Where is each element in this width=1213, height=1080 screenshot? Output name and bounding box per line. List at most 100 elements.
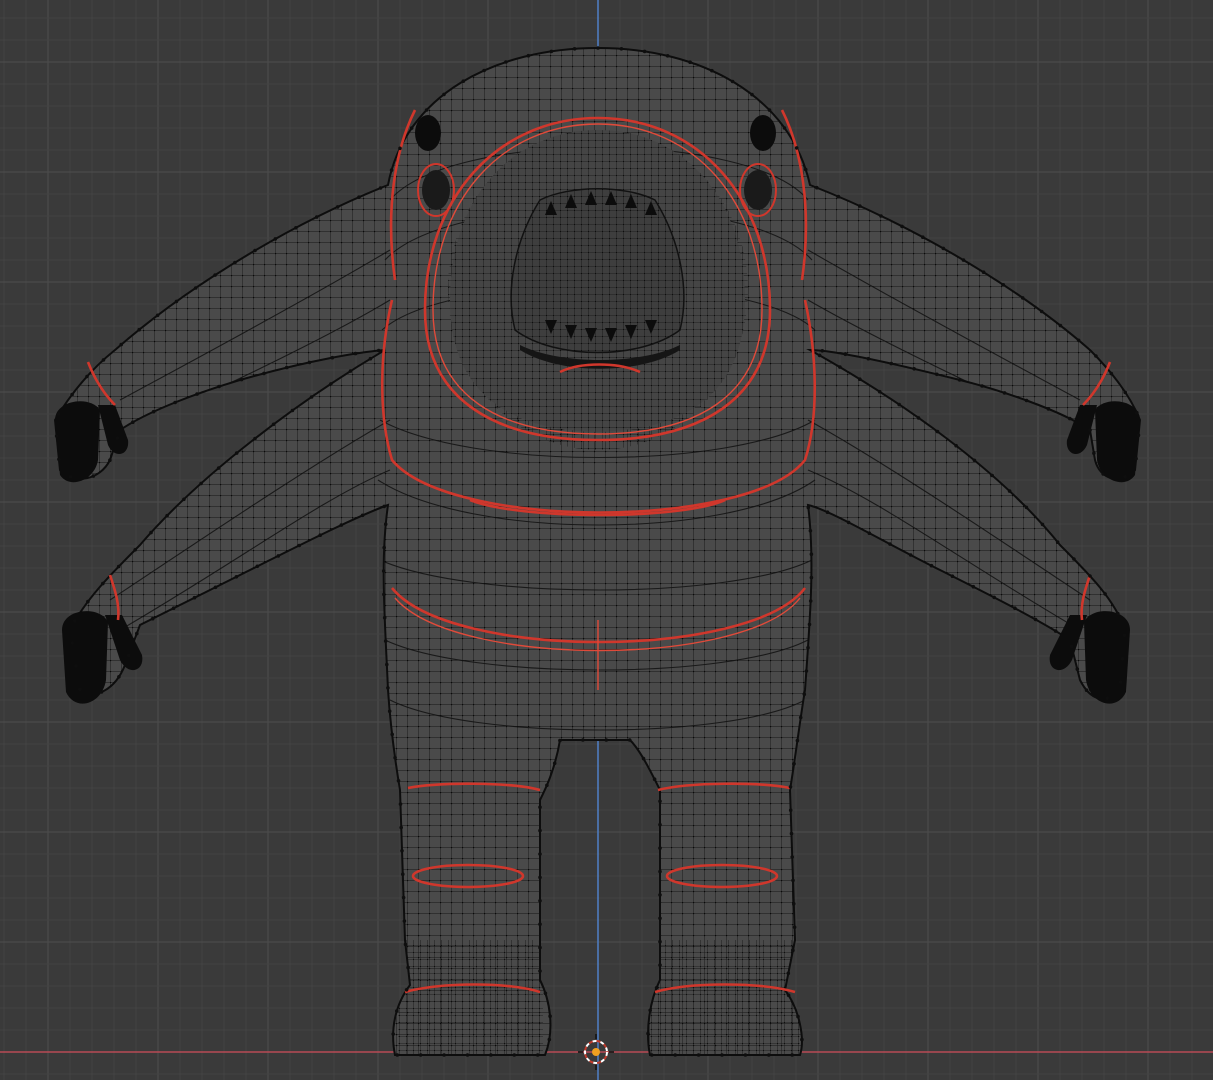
vertex	[339, 523, 344, 527]
vertex	[54, 434, 59, 438]
vertex	[348, 369, 353, 373]
vertex	[1101, 472, 1105, 476]
vertex	[117, 675, 121, 679]
vertex	[1105, 696, 1109, 700]
vertex	[1046, 407, 1051, 411]
vertex	[116, 564, 121, 569]
vertex	[489, 1053, 493, 1057]
vertex	[1053, 629, 1058, 633]
vertex	[314, 215, 319, 219]
vertex	[173, 400, 177, 405]
vertex	[253, 248, 257, 253]
vertex	[552, 761, 557, 766]
vertex	[807, 622, 812, 627]
vertex	[981, 270, 986, 275]
vertex	[980, 384, 984, 388]
vertex	[378, 186, 383, 190]
vertex	[792, 925, 797, 929]
vertex	[792, 902, 796, 906]
vertex	[442, 1053, 446, 1057]
vertex	[817, 353, 822, 358]
vertex	[1084, 688, 1089, 692]
vertex	[916, 416, 921, 420]
vertex	[538, 969, 542, 973]
vertex	[652, 777, 657, 781]
vertex	[395, 1009, 399, 1013]
vertex	[1007, 489, 1012, 493]
vertex	[133, 548, 137, 552]
vertex	[409, 126, 414, 130]
vertex	[791, 878, 795, 883]
vertex	[1039, 309, 1044, 314]
vertex	[908, 553, 913, 557]
vertex	[234, 451, 239, 455]
vertex	[155, 313, 160, 318]
vertex	[802, 692, 807, 697]
vertex	[808, 529, 813, 533]
vertex	[330, 355, 335, 360]
vertex	[804, 669, 809, 673]
vertex	[836, 194, 841, 199]
vertex	[941, 246, 946, 251]
vertex	[791, 948, 795, 953]
vertex	[294, 226, 298, 230]
vertex	[101, 581, 105, 586]
vertex	[957, 378, 962, 382]
vertex	[538, 875, 542, 880]
vertex	[400, 849, 404, 853]
vertex	[806, 505, 811, 510]
vertex	[216, 466, 221, 470]
vertex	[912, 367, 916, 371]
vertex	[990, 473, 994, 478]
vertex	[271, 422, 276, 427]
vertex	[750, 92, 754, 97]
vertex	[424, 108, 429, 112]
vertex	[165, 513, 169, 518]
vertex	[1122, 633, 1127, 638]
vertex	[654, 986, 659, 990]
vertex	[545, 783, 549, 788]
vertex	[877, 389, 882, 394]
vertex	[992, 595, 996, 600]
vertex	[720, 1053, 724, 1057]
vertex	[1055, 540, 1060, 544]
vertex	[398, 802, 403, 806]
vertex	[101, 358, 106, 362]
vertex	[1024, 398, 1029, 403]
3d-viewport[interactable]	[0, 0, 1213, 1080]
vertex	[790, 1053, 794, 1057]
vertex	[57, 412, 61, 416]
vertex	[788, 808, 793, 812]
vertex	[74, 664, 78, 668]
creature-mesh[interactable]	[0, 0, 1213, 1080]
vertex	[1075, 667, 1080, 671]
vertex	[547, 1037, 552, 1042]
vertex	[767, 108, 772, 112]
vertex	[512, 1053, 517, 1057]
vertex	[808, 599, 813, 603]
vertex	[803, 167, 808, 172]
vertex	[290, 408, 295, 413]
vertex	[376, 348, 381, 353]
vertex	[796, 1014, 800, 1019]
vertex	[806, 645, 810, 650]
vertex	[199, 481, 203, 486]
vertex	[213, 585, 218, 590]
vertex	[730, 79, 735, 84]
vertex	[382, 545, 387, 550]
vertex	[858, 204, 862, 208]
vertex	[381, 569, 386, 573]
vertex	[526, 53, 531, 58]
vertex	[461, 79, 466, 83]
vertex	[1068, 416, 1072, 421]
vertex	[383, 522, 388, 526]
viewport-canvas[interactable]	[0, 0, 1213, 1080]
vertex	[150, 616, 155, 621]
vertex	[619, 47, 624, 51]
vertex	[549, 49, 554, 54]
vertex	[284, 365, 289, 370]
vertex	[538, 899, 542, 903]
vertex	[596, 46, 600, 50]
vertex	[1002, 391, 1007, 395]
vertex	[255, 564, 260, 569]
